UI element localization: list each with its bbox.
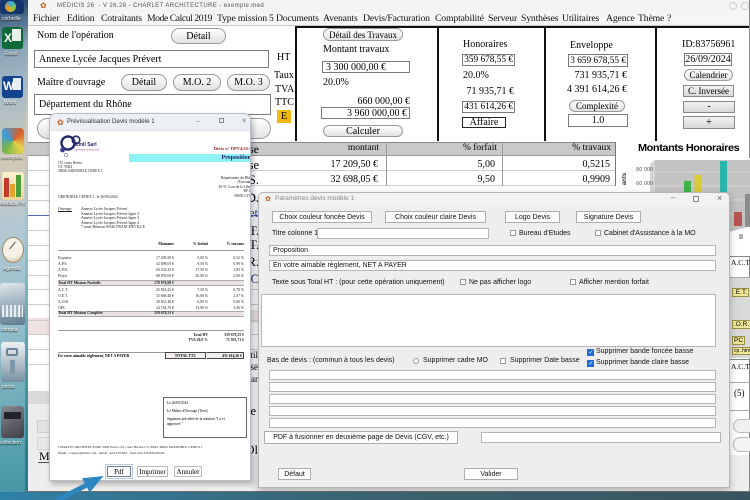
svg-text:CmIl Sarl: CmIl Sarl: [75, 142, 97, 148]
svg-text:ingenierie architecture: ingenierie architecture: [74, 148, 100, 152]
